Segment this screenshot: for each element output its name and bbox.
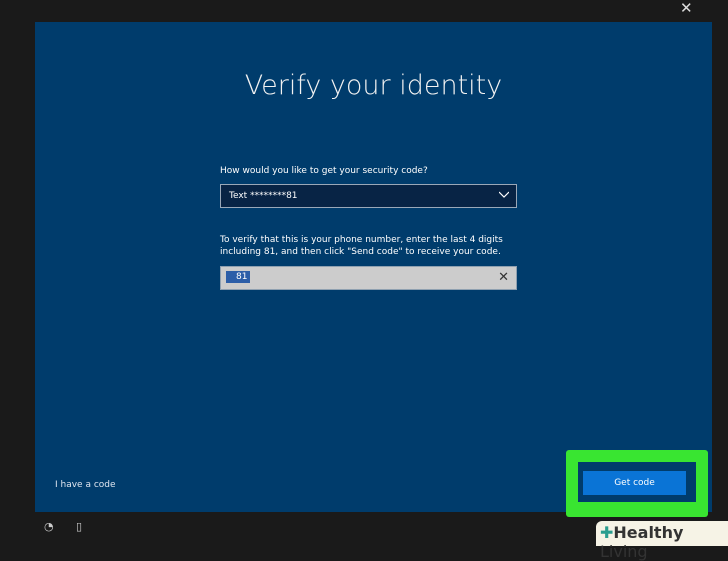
verify-label: To verify that this is your phone number… <box>220 235 503 257</box>
digits-input[interactable]: 81 ✕ <box>220 266 517 290</box>
verify-panel: Verify your identity How would you like … <box>35 22 712 512</box>
highlight-box: Get code <box>566 450 708 517</box>
ease-of-access-icon[interactable]: ◔ <box>44 520 54 533</box>
accessibility-device-icon[interactable]: ▯ <box>76 520 82 533</box>
method-label: How would you like to get your security … <box>220 166 428 176</box>
close-icon[interactable]: ✕ <box>680 0 693 16</box>
digits-value: 81 <box>226 271 251 283</box>
watermark-logo: ✚Healthy Living <box>596 521 728 561</box>
clear-icon[interactable]: ✕ <box>498 270 509 285</box>
method-dropdown[interactable]: Text ********81 <box>220 184 517 208</box>
method-value: Text ********81 <box>229 191 298 201</box>
get-code-button[interactable]: Get code <box>583 471 686 495</box>
have-code-link[interactable]: I have a code <box>55 480 116 490</box>
chevron-down-icon <box>499 191 509 198</box>
page-title: Verify your identity <box>244 70 503 101</box>
